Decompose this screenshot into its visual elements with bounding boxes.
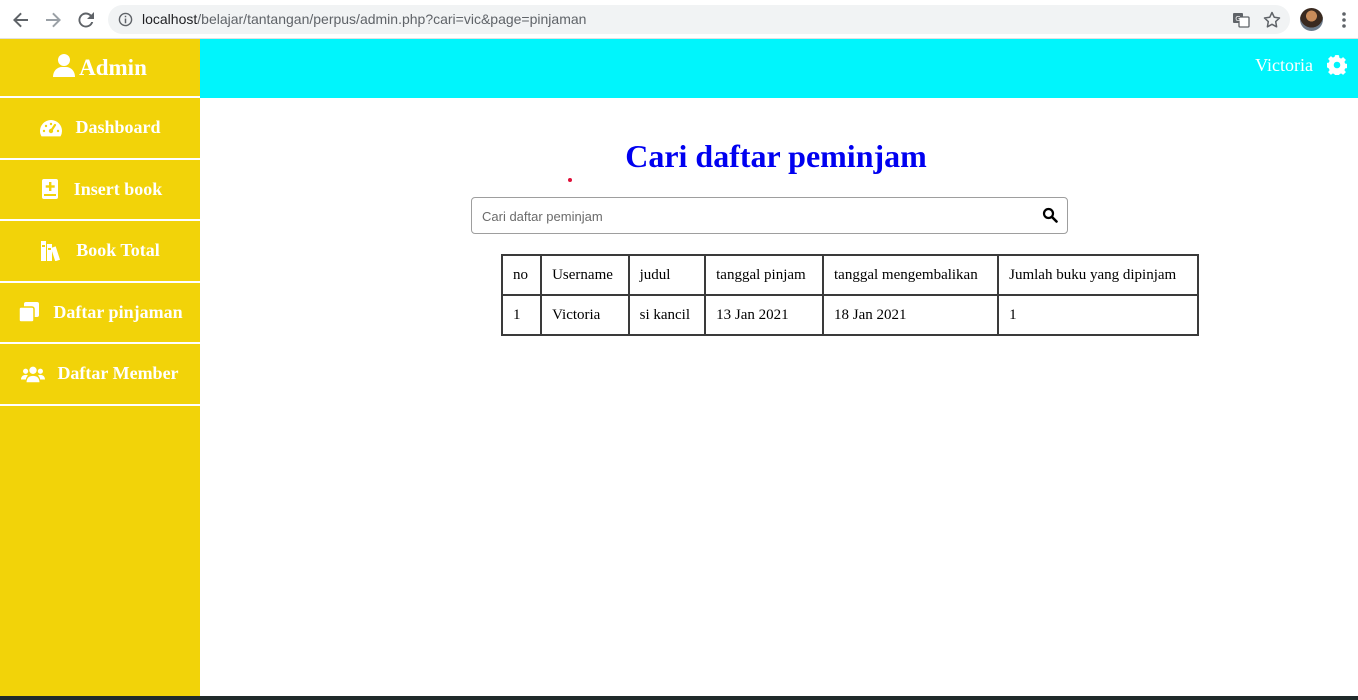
browser-toolbar: localhost/belajar/tantangan/perpus/admin… — [0, 0, 1358, 39]
address-bar[interactable]: localhost/belajar/tantangan/perpus/admin… — [108, 5, 1290, 34]
taskbar-edge — [0, 696, 1358, 700]
header-user-name[interactable]: Victoria — [1255, 55, 1313, 76]
gear-icon[interactable] — [1326, 55, 1348, 77]
cell-judul: si kancil — [627, 294, 707, 336]
sidebar-item-label: Book Total — [76, 240, 160, 261]
cell-tanggal-mengembalikan: 18 Jan 2021 — [822, 294, 1000, 336]
sidebar: Admin Dashboard Insert book Book Total D… — [0, 39, 200, 696]
svg-text:G: G — [1235, 15, 1240, 23]
cell-no: 1 — [500, 294, 543, 336]
column-header-no: no — [500, 254, 543, 296]
profile-avatar[interactable] — [1300, 8, 1323, 31]
sidebar-item-daftar-pinjaman[interactable]: Daftar pinjaman — [0, 283, 200, 344]
table-header-row: no Username judul tanggal pinjam tanggal… — [500, 254, 1199, 296]
sidebar-item-book-total[interactable]: Book Total — [0, 221, 200, 283]
sidebar-item-daftar-member[interactable]: Daftar Member — [0, 344, 200, 406]
cell-tanggal-pinjam: 13 Jan 2021 — [704, 294, 825, 336]
bookmark-star-icon[interactable] — [1262, 10, 1282, 30]
cursor-dot — [568, 178, 572, 182]
user-icon — [53, 53, 76, 82]
page-title: Cari daftar peminjam — [625, 138, 927, 174]
search-input[interactable] — [482, 206, 1022, 226]
column-header-tanggal-mengembalikan: tanggal mengembalikan — [822, 254, 1000, 296]
copy-icon — [17, 301, 41, 323]
cell-username: Victoria — [540, 294, 630, 336]
search-icon[interactable] — [1042, 207, 1058, 223]
sidebar-header: Admin — [0, 39, 200, 98]
sidebar-item-label: Daftar Member — [57, 363, 179, 384]
top-header: Victoria — [200, 39, 1358, 98]
users-icon — [21, 363, 46, 385]
sidebar-item-label: Insert book — [73, 178, 163, 199]
book-stack-icon — [40, 240, 64, 262]
cell-jumlah-buku: 1 — [997, 294, 1199, 336]
sidebar-item-label: Daftar pinjaman — [53, 301, 183, 322]
column-header-judul: judul — [627, 254, 707, 296]
back-arrow-icon[interactable] — [9, 8, 33, 32]
translate-icon[interactable]: G — [1232, 11, 1250, 29]
info-icon[interactable] — [118, 12, 133, 27]
forward-arrow-icon[interactable] — [41, 8, 65, 32]
sidebar-item-insert-book[interactable]: Insert book — [0, 160, 200, 221]
search-box[interactable] — [471, 197, 1068, 234]
book-plus-icon — [38, 178, 62, 200]
tachometer-icon — [39, 117, 63, 139]
column-header-tanggal-pinjam: tanggal pinjam — [704, 254, 825, 296]
loan-table: no Username judul tanggal pinjam tanggal… — [500, 254, 1199, 336]
reload-icon[interactable] — [74, 8, 98, 32]
column-header-jumlah-buku: Jumlah buku yang dipinjam — [997, 254, 1199, 296]
column-header-username: Username — [540, 254, 630, 296]
url-path: /belajar/tantangan/perpus/admin.php?cari… — [197, 11, 587, 27]
more-menu-icon[interactable] — [1335, 9, 1353, 31]
url-text[interactable]: localhost/belajar/tantangan/perpus/admin… — [142, 11, 586, 27]
sidebar-item-dashboard[interactable]: Dashboard — [0, 98, 200, 160]
url-host: localhost — [142, 11, 198, 27]
sidebar-title: Admin — [79, 54, 147, 80]
sidebar-item-label: Dashboard — [75, 117, 161, 138]
table-row: 1 Victoria si kancil 13 Jan 2021 18 Jan … — [500, 294, 1199, 336]
